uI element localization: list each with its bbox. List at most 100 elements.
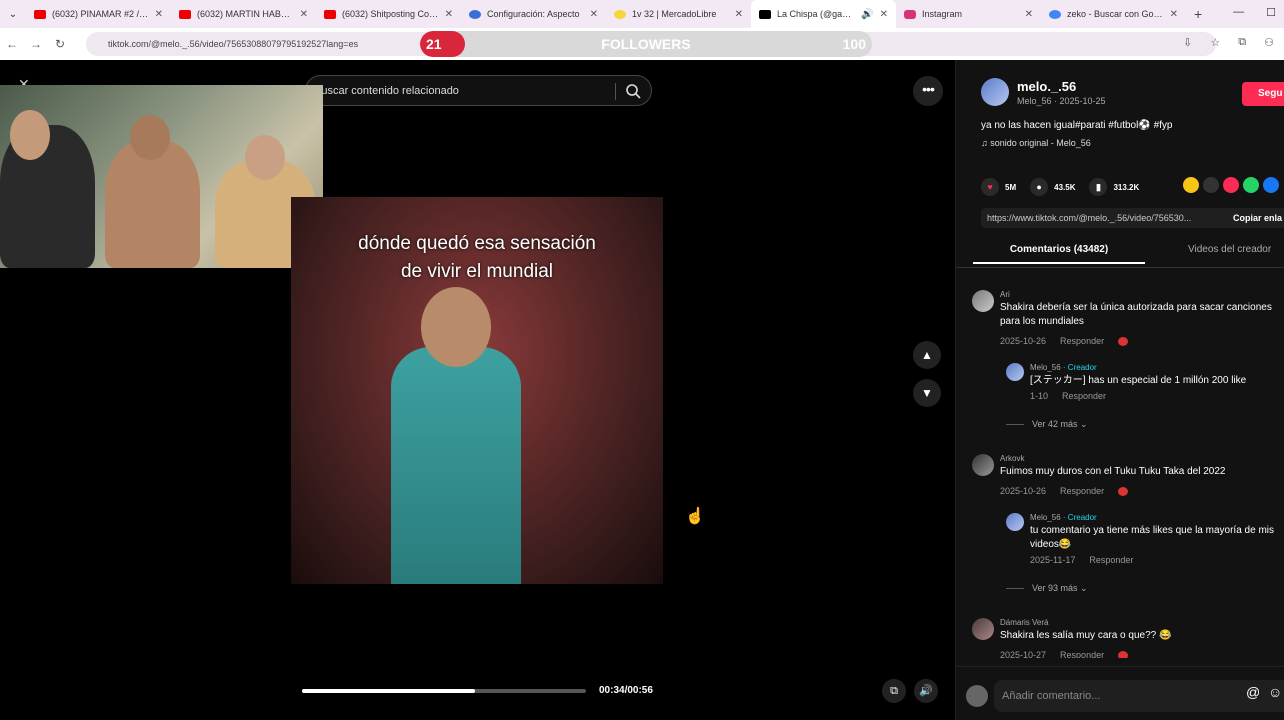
forward-icon[interactable]: → bbox=[24, 37, 48, 51]
close-tab-icon[interactable]: ✕ bbox=[1170, 9, 1178, 20]
tab-search-button[interactable]: ⌄ bbox=[0, 9, 26, 20]
reply-button[interactable]: Responder bbox=[1060, 650, 1104, 658]
audio-playing-icon[interactable]: 🔊 bbox=[861, 9, 873, 20]
heart-icon: ♥ bbox=[981, 178, 999, 196]
video-progress-fill bbox=[302, 689, 476, 693]
embed-icon[interactable] bbox=[1203, 177, 1219, 193]
avatar[interactable] bbox=[1006, 363, 1024, 381]
view-more-replies[interactable]: Ver 93 más ⌄ bbox=[1006, 583, 1088, 594]
more-options-icon[interactable]: ••• bbox=[913, 76, 943, 106]
tab-creator-videos[interactable]: Videos del creador bbox=[1188, 244, 1271, 255]
close-tab-icon[interactable]: ✕ bbox=[735, 9, 743, 20]
back-icon[interactable]: ← bbox=[0, 37, 24, 51]
creator-badge: · Creador bbox=[1060, 513, 1097, 522]
bookmark-star-icon[interactable]: ☆ bbox=[1210, 36, 1220, 49]
instagram-icon bbox=[904, 9, 916, 19]
comment-input[interactable]: Añadir comentario... bbox=[994, 680, 1284, 712]
comment-meta: 2025-10-26 Responder bbox=[1000, 336, 1142, 347]
browser-tab[interactable]: zeko - Buscar con Google ✕ bbox=[1041, 0, 1186, 28]
maximize-icon[interactable]: ☐ bbox=[1266, 6, 1276, 19]
mention-icon[interactable]: @ bbox=[1246, 684, 1260, 700]
volume-icon[interactable]: 🔊 bbox=[914, 679, 938, 703]
next-video-button[interactable]: ▼ bbox=[913, 379, 941, 407]
browser-tab[interactable]: Instagram ✕ bbox=[896, 0, 1041, 28]
comment-text: Fuimos muy duros con el Tuku Tuku Taka d… bbox=[1000, 466, 1226, 477]
browser-tab[interactable]: (6032) PINAMAR #2 // DI ✕ bbox=[26, 0, 171, 28]
share-options bbox=[1183, 177, 1279, 193]
previous-video-button[interactable]: ▲ bbox=[913, 341, 941, 369]
close-tab-icon[interactable]: ✕ bbox=[880, 9, 888, 20]
extensions-icon[interactable]: ⧉ bbox=[1238, 36, 1246, 49]
author-info[interactable]: melo._.56 Melo_56 · 2025-10-25 bbox=[981, 78, 1106, 106]
browser-toolbar: ← → ↻ tiktok.com/@melo._.56/video/756530… bbox=[0, 28, 1284, 60]
video-progress-bar[interactable] bbox=[302, 689, 586, 693]
coin-icon[interactable] bbox=[1183, 177, 1199, 193]
save-count: 313.2K bbox=[1113, 182, 1140, 192]
comment-button[interactable]: ● 43.5K bbox=[1030, 178, 1075, 196]
youtube-icon bbox=[34, 9, 46, 19]
close-tab-icon[interactable]: ✕ bbox=[155, 9, 163, 20]
avatar[interactable] bbox=[972, 618, 994, 640]
send-icon[interactable] bbox=[1223, 177, 1239, 193]
emoji-icon[interactable]: ☺ bbox=[1268, 684, 1282, 700]
flag-icon bbox=[1118, 337, 1129, 347]
close-tab-icon[interactable]: ✕ bbox=[300, 9, 308, 20]
comment-meta: 2025-10-27 Responder bbox=[1000, 650, 1142, 658]
search-icon[interactable] bbox=[625, 83, 641, 99]
minimize-icon[interactable]: — bbox=[1233, 6, 1244, 19]
close-tab-icon[interactable]: ✕ bbox=[590, 9, 598, 20]
followers-label: FOLLOWERS bbox=[601, 36, 691, 52]
whatsapp-icon[interactable] bbox=[1243, 177, 1259, 193]
copy-link-button[interactable]: Copiar enla bbox=[1233, 208, 1282, 228]
reload-icon[interactable]: ↻ bbox=[48, 37, 72, 51]
browser-tab[interactable]: 1v 32 | MercadoLibre ✕ bbox=[606, 0, 751, 28]
comment-text: tu comentario ya tiene más likes que la … bbox=[1030, 525, 1274, 550]
tab-comments[interactable]: Comentarios (43482) bbox=[973, 244, 1145, 255]
new-tab-icon[interactable]: + bbox=[1186, 6, 1210, 22]
close-tab-icon[interactable]: ✕ bbox=[445, 9, 453, 20]
share-link-row: https://www.tiktok.com/@melo._.56/video/… bbox=[981, 208, 1284, 228]
reply-user: Melo_56 bbox=[1030, 513, 1061, 522]
browser-tab[interactable]: Configuración: Aspecto ✕ bbox=[461, 0, 606, 28]
browser-tab-active[interactable]: La Chispa (@gabip... 🔊 ✕ bbox=[751, 0, 896, 28]
follow-button[interactable]: Segu bbox=[1242, 82, 1284, 106]
view-more-replies[interactable]: Ver 42 más ⌄ bbox=[1006, 419, 1088, 430]
reply-button[interactable]: Responder bbox=[1089, 555, 1133, 565]
avatar[interactable] bbox=[981, 78, 1009, 106]
reply-button[interactable]: Responder bbox=[1062, 391, 1106, 401]
webcam-face bbox=[10, 110, 50, 160]
avatar[interactable] bbox=[972, 290, 994, 312]
comment-user[interactable]: Melo_56 · Creador bbox=[1030, 363, 1097, 372]
share-link[interactable]: https://www.tiktok.com/@melo._.56/video/… bbox=[987, 213, 1191, 223]
streamer-webcam-overlay bbox=[0, 85, 323, 268]
like-count: 5M bbox=[1005, 182, 1017, 192]
close-tab-icon[interactable]: ✕ bbox=[1025, 9, 1033, 20]
picture-in-picture-icon[interactable]: ⧉ bbox=[882, 679, 906, 703]
webcam-face bbox=[130, 115, 170, 160]
reply-button[interactable]: Responder bbox=[1060, 486, 1104, 496]
comment-date: 2025-10-26 bbox=[1000, 486, 1047, 496]
avatar[interactable] bbox=[1006, 513, 1024, 531]
video-description: ya no las hacen igual#parati #futbol⚽ #f… bbox=[981, 120, 1173, 131]
video-player-area: ✕ Buscar contenido relacionado ••• dónde… bbox=[0, 60, 955, 720]
save-button[interactable]: ▮ 313.2K bbox=[1089, 178, 1139, 196]
comment-user[interactable]: Dámaris Verá bbox=[1000, 618, 1048, 627]
avatar[interactable] bbox=[972, 454, 994, 476]
like-button[interactable]: ♥ 5M bbox=[981, 178, 1016, 196]
facebook-icon[interactable] bbox=[1263, 177, 1279, 193]
comment-user[interactable]: Ari bbox=[1000, 290, 1010, 299]
browser-tab[interactable]: (6032) MARTIN HABLA D ✕ bbox=[171, 0, 316, 28]
related-search-box[interactable]: Buscar contenido relacionado bbox=[305, 75, 652, 106]
comment-user[interactable]: Arkovk bbox=[1000, 454, 1024, 463]
tiktok-icon bbox=[759, 9, 771, 19]
install-app-icon[interactable]: ⇩ bbox=[1183, 36, 1192, 49]
profile-icon[interactable]: ⚇ bbox=[1264, 36, 1274, 49]
flag-icon bbox=[1118, 487, 1129, 497]
avatar bbox=[966, 685, 988, 707]
sound-link[interactable]: ♫ sonido original - Melo_56 bbox=[981, 138, 1091, 148]
comment-date: 1-10 bbox=[1030, 391, 1049, 401]
browser-tab[interactable]: (6032) Shitposting Comp ✕ bbox=[316, 0, 461, 28]
author-handle[interactable]: melo._.56 bbox=[1017, 79, 1106, 94]
reply-button[interactable]: Responder bbox=[1060, 336, 1104, 346]
comment-user[interactable]: Melo_56 · Creador bbox=[1030, 513, 1097, 522]
